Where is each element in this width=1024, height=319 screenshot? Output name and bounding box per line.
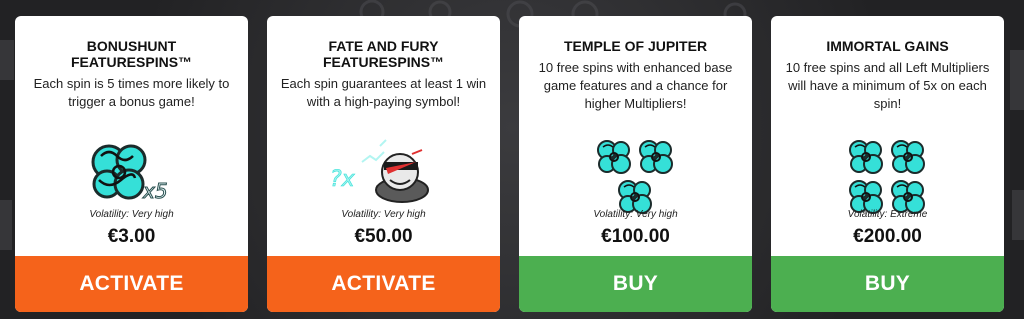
volatility-label: Volatility: Very high [593, 209, 678, 220]
volatility-label: Volatility: Extreme [847, 209, 928, 220]
bonus-symbol-x5-icon: x5 [15, 128, 248, 216]
buy-button[interactable]: BUY [771, 256, 1004, 312]
feature-card-fate-and-fury: FATE AND FURY FEATURESPINS™ Each spin gu… [267, 16, 500, 312]
card-description: Each spin is 5 times more likely to trig… [33, 76, 230, 109]
card-title: BONUSHUNT FEATURESPINS™ [70, 38, 193, 70]
feature-card-immortal-gains: IMMORTAL GAINS 10 free spins and all Lef… [771, 16, 1004, 312]
card-title: FATE AND FURY FEATURESPINS™ [322, 38, 445, 70]
card-title: TEMPLE OF JUPITER [563, 38, 708, 54]
card-description: Each spin guarantees at least 1 win with… [280, 76, 487, 109]
card-title: IMMORTAL GAINS [826, 38, 949, 54]
high-paying-symbol-icon: ?x [267, 128, 500, 216]
activate-button[interactable]: ACTIVATE [15, 256, 248, 312]
buy-button[interactable]: BUY [519, 256, 752, 312]
feature-card-temple-of-jupiter: TEMPLE OF JUPITER 10 free spins with enh… [519, 16, 752, 312]
feature-card-bonushunt: BONUSHUNT FEATURESPINS™ Each spin is 5 t… [15, 16, 248, 312]
price-label: €50.00 [354, 226, 413, 247]
multiplier-text: x5 [142, 179, 168, 203]
price-label: €200.00 [853, 226, 922, 247]
activate-button[interactable]: ACTIVATE [267, 256, 500, 312]
card-description: 10 free spins and all Left Multipliers w… [785, 60, 990, 111]
card-description: 10 free spins with enhanced base game fe… [538, 60, 733, 111]
price-label: €100.00 [601, 226, 670, 247]
price-label: €3.00 [107, 226, 156, 247]
fate-multiplier-text: ?x [330, 167, 356, 192]
volatility-label: Volatility: Very high [89, 209, 174, 220]
feature-cards: BONUSHUNT FEATURESPINS™ Each spin is 5 t… [15, 16, 1004, 312]
volatility-label: Volatility: Very high [341, 209, 426, 220]
